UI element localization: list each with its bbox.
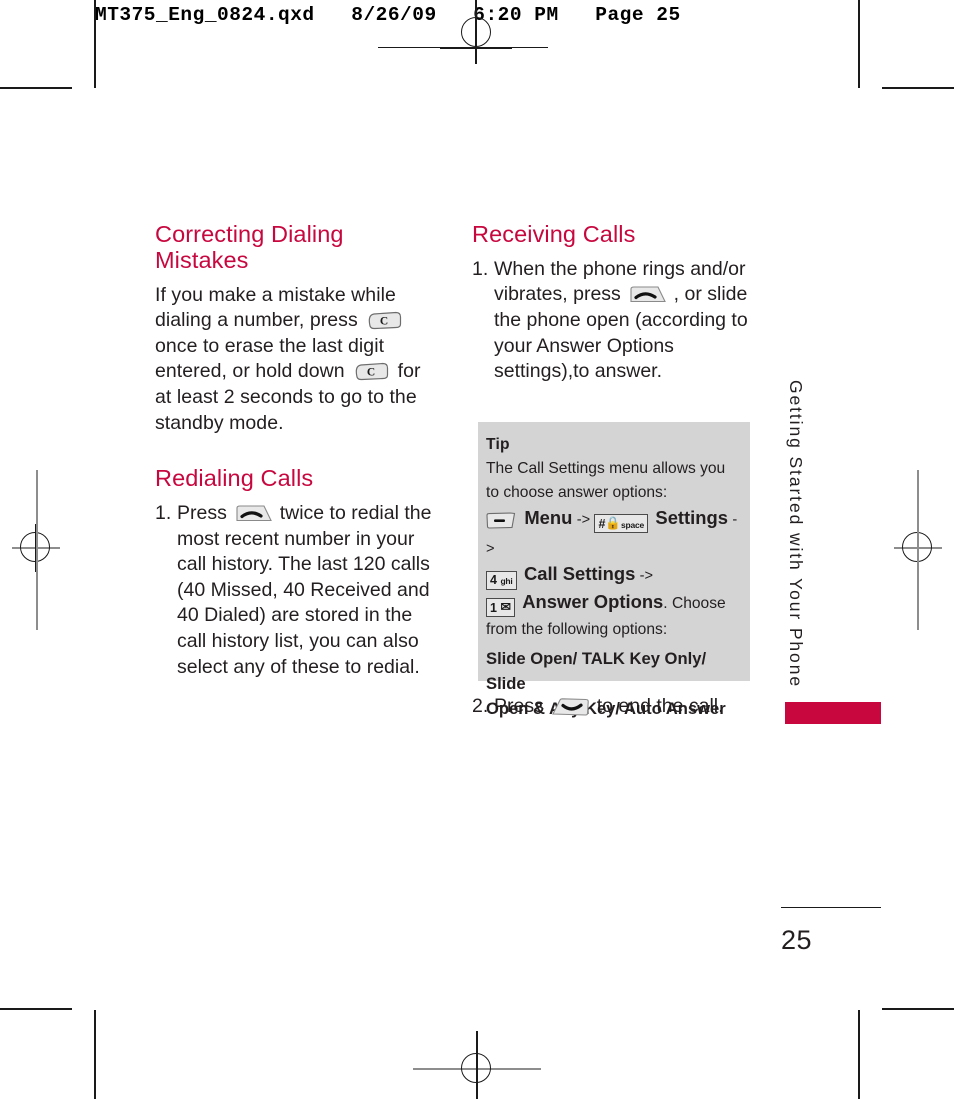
step-number: 1. <box>472 257 489 280</box>
step-text-b: to end the call. <box>596 695 724 717</box>
paragraph-correcting-dialing-mistakes: If you make a mistake while dialing a nu… <box>155 283 440 437</box>
side-tab-text: Getting Started with Your Phone <box>786 380 806 688</box>
one-key-digit: 1 <box>490 600 497 615</box>
paragraph-text-b: once to erase the last digit entered, or… <box>155 334 385 383</box>
step-number: 2. <box>472 695 489 717</box>
four-key-sublabel: ghi <box>500 575 513 586</box>
step-number: 1. <box>155 502 172 525</box>
tip-label-answer-options: Answer Options <box>522 590 664 612</box>
tip-intro: The Call Settings menu allows you to cho… <box>486 459 726 501</box>
hash-key-sublabel: space <box>620 520 645 531</box>
tip-menu-path-3: 1 ✉ Answer Options. Choose <box>486 590 740 617</box>
receiving-steps-list-2: 2. Press to end the call. <box>472 694 762 720</box>
tip-menu-path: Menu -> #🔒space Settings -> <box>486 506 740 562</box>
tip-label-menu: Menu <box>524 507 573 529</box>
step-text-a: Press <box>494 695 544 717</box>
left-column: Correcting Dialing Mistakes If you make … <box>155 221 440 684</box>
tip-menu-path-2: 4 ghi Call Settings -> <box>486 562 740 590</box>
tip-options-line-1: Slide Open/ TALK Key Only/ Slide <box>486 648 707 693</box>
heading-redialing-calls: Redialing Calls <box>155 465 314 492</box>
list-item: 1. Press twice to redial the most recent… <box>155 501 440 680</box>
side-tab-accent-block <box>785 702 881 724</box>
list-item: 1. When the phone rings and/or vibrates,… <box>472 257 762 385</box>
tip-label-call-settings: Call Settings <box>523 562 636 584</box>
tip-arrow-3: -> <box>639 567 654 584</box>
heading-correcting-dialing-mistakes: Correcting Dialing Mistakes <box>155 221 344 273</box>
hash-space-key-icon: #🔒space <box>594 514 649 534</box>
paragraph-text-a: If you make a mistake while dialing a nu… <box>155 283 396 332</box>
right-column: Receiving Calls 1. When the phone rings … <box>472 221 762 389</box>
lock-icon: 🔒 <box>605 516 621 531</box>
hash-key-digit: # <box>598 517 606 532</box>
tip-after-path: . Choose <box>663 594 726 612</box>
svg-text:C: C <box>380 316 388 328</box>
tip-box: Tip The Call Settings menu allows you to… <box>478 422 750 718</box>
menu-key-icon <box>486 512 516 537</box>
clear-key-icon: C <box>366 311 402 330</box>
tip-tail: from the following options: <box>486 620 668 638</box>
page-number: 25 <box>781 925 813 955</box>
folio-rule <box>781 907 881 909</box>
receiving-steps-list: 1. When the phone rings and/or vibrates,… <box>472 257 762 385</box>
send-key-icon <box>629 285 667 304</box>
heading-receiving-calls: Receiving Calls <box>472 221 636 247</box>
tip-arrow-1: -> <box>576 512 591 529</box>
tip-title: Tip <box>486 436 510 453</box>
clear-key-icon-2: C <box>353 362 389 381</box>
one-voicemail-key-icon: 1 ✉ <box>486 597 515 617</box>
tip-label-settings: Settings <box>655 507 728 529</box>
step-text-a: Press <box>177 502 227 525</box>
redialing-steps-list: 1. Press twice to redial the most recent… <box>155 501 440 680</box>
list-item: 2. Press to end the call. <box>472 694 762 720</box>
step-text-b: twice to redial the most recent number i… <box>177 502 432 678</box>
send-key-icon <box>235 504 273 523</box>
four-key-digit: 4 <box>490 572 497 587</box>
svg-text:C: C <box>367 367 375 379</box>
receiving-step-2: 2. Press to end the call. <box>472 694 762 724</box>
voicemail-icon: ✉ <box>500 599 511 614</box>
end-key-icon <box>552 697 590 716</box>
manual-page: Correcting Dialing Mistakes If you make … <box>0 0 954 1099</box>
four-ghi-key-icon: 4 ghi <box>486 570 517 590</box>
side-tab-chapter-label: Getting Started with Your Phone <box>786 380 810 710</box>
